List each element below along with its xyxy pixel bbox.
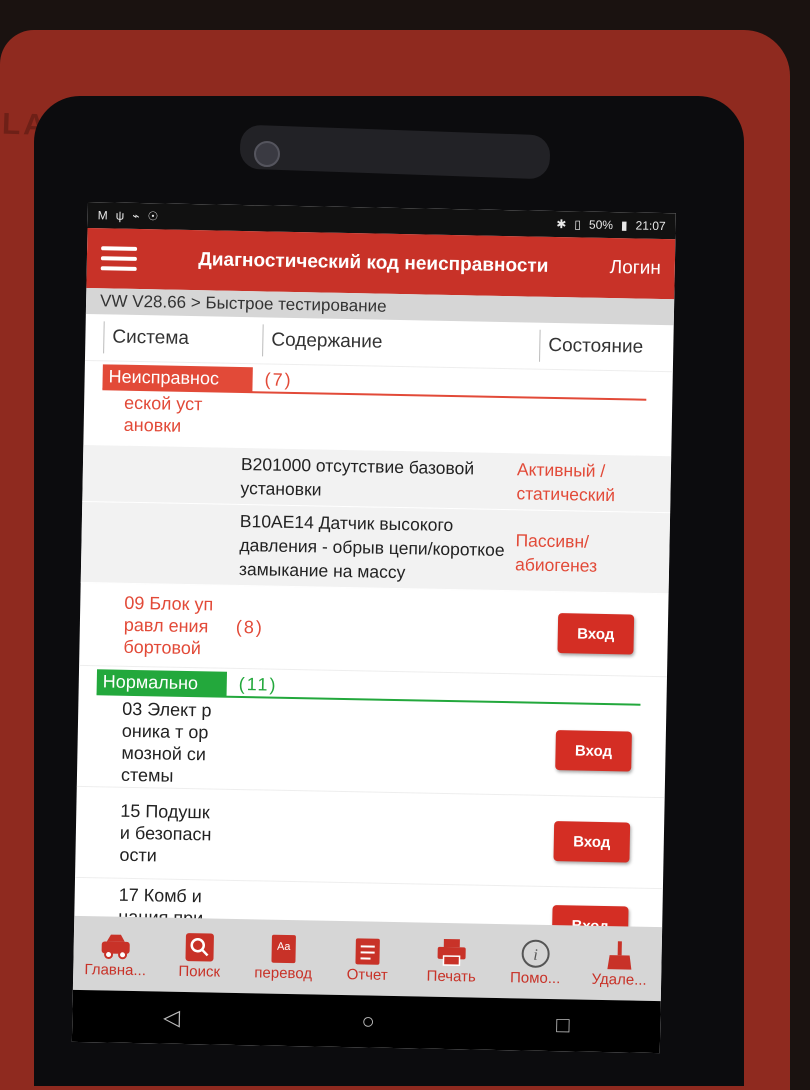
- android-icon: ☉: [147, 209, 158, 223]
- info-icon: i: [518, 937, 553, 970]
- dtc-row: B10AE14 Датчик высокого давления - обрыв…: [81, 502, 670, 594]
- tab-label: Главна...: [78, 960, 152, 978]
- system-row: 15 Подушки безопасн ости Вход: [75, 787, 665, 889]
- recent-apps-icon[interactable]: □: [556, 1012, 570, 1038]
- system-name: 09 Блок управл ения бортовой: [123, 592, 216, 660]
- tab-label: Помо...: [498, 969, 572, 987]
- broom-icon: ⌁: [132, 209, 140, 223]
- tab-home[interactable]: Главна...: [78, 928, 153, 978]
- front-camera: [254, 141, 280, 167]
- clock: 21:07: [635, 219, 665, 234]
- tab-print[interactable]: Печать: [414, 935, 489, 985]
- enter-button[interactable]: Вход: [555, 730, 632, 771]
- system-fault-count: (8): [216, 616, 558, 644]
- dtc-state: Пассивн/абиогенез: [507, 514, 670, 589]
- battery-percent: 50%: [589, 218, 613, 232]
- translate-icon: Aa: [266, 932, 301, 965]
- tab-label: Поиск: [162, 962, 236, 980]
- enter-button[interactable]: Вход: [557, 613, 634, 654]
- usb-icon: ψ: [116, 209, 125, 223]
- tab-label: перевод: [246, 964, 320, 982]
- menu-icon[interactable]: [101, 246, 137, 271]
- vibrate-icon: ▯: [574, 217, 581, 231]
- fault-group-count: (7): [264, 369, 292, 391]
- tab-help[interactable]: i Помо...: [498, 937, 573, 987]
- battery-icon: ▮: [621, 218, 628, 232]
- ok-group-count: (11): [239, 673, 278, 695]
- login-button[interactable]: Логин: [610, 257, 661, 280]
- tab-label: Отчет: [330, 965, 404, 983]
- system-name: 03 Элект роника т ормозной системы: [121, 698, 215, 788]
- enter-button[interactable]: Вход: [553, 821, 630, 862]
- clean-icon: [602, 939, 637, 972]
- svg-text:Aa: Aa: [277, 940, 292, 952]
- dtc-state: Активный / статический: [508, 457, 671, 508]
- home-icon[interactable]: ○: [361, 1008, 375, 1034]
- svg-text:i: i: [533, 946, 538, 963]
- back-icon[interactable]: ◁: [163, 1005, 180, 1031]
- column-state: Состояние: [539, 330, 674, 365]
- tab-report[interactable]: Отчет: [330, 933, 405, 983]
- fault-group-label: Неисправнос: [102, 364, 252, 392]
- report-icon: [350, 934, 385, 967]
- system-row: 09 Блок управл ения бортовой (8) Вход: [79, 583, 668, 677]
- system-name: 15 Подушки безопасн ости: [119, 800, 212, 868]
- printer-icon: [434, 935, 469, 968]
- gmail-icon: M: [98, 208, 108, 222]
- tab-search[interactable]: Поиск: [162, 930, 237, 980]
- bluetooth-icon: ✱: [556, 217, 566, 231]
- dtc-code: B10AE14 Датчик высокого давления - обрыв…: [239, 509, 508, 586]
- column-content: Содержание: [262, 324, 540, 361]
- tab-translate[interactable]: Aa перевод: [246, 932, 321, 982]
- bottom-toolbar: Главна... Поиск Aa перевод Отчет Печать …: [73, 916, 662, 1001]
- system-row: 03 Элект роника т ормозной системы Вход: [77, 696, 667, 798]
- tab-clean[interactable]: Удале...: [582, 938, 657, 988]
- tab-label: Удале...: [582, 970, 656, 988]
- car-icon: [98, 929, 133, 962]
- tablet-screen: M ψ ⌁ ☉ ✱ ▯ 50% ▮ 21:07 Диагностический …: [72, 202, 676, 1053]
- fault-system-name: еской уст ановки: [84, 391, 225, 438]
- column-system: Система: [103, 321, 263, 356]
- search-icon: [182, 930, 217, 963]
- ok-group-label: Нормально: [97, 669, 227, 696]
- dtc-code: B201000 отсутствие базовой установки: [240, 452, 509, 505]
- app-bar: Диагностический код неисправности Логин: [86, 228, 675, 299]
- tab-label: Печать: [414, 967, 488, 985]
- page-title: Диагностический код неисправности: [137, 248, 610, 279]
